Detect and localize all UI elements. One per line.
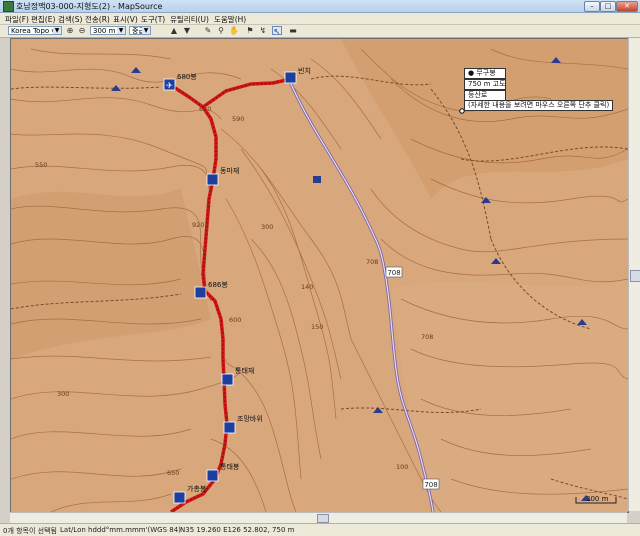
elevation-label: 650 (167, 469, 179, 477)
elevation-label: 708 (366, 258, 378, 266)
svg-text:300 m: 300 m (586, 495, 609, 503)
title-bar: 호남정맥03-000-지형도(2) - MapSource – □ ✕ (0, 0, 640, 13)
svg-text:통태재: 통태재 (235, 367, 254, 375)
hiker-icon (284, 71, 297, 84)
svg-text:680봉: 680봉 (177, 73, 197, 81)
status-bar: 0개 항목이 선택됨 Lat/Lon hddd°mm.mmm'(WGS 84) … (0, 523, 640, 536)
window-title: 호남정맥03-000-지형도(2) - MapSource (16, 2, 163, 11)
road-shield-708: 708 (385, 266, 403, 278)
route-tool-icon[interactable]: ↯ (258, 26, 268, 35)
elevation-label: 920 (192, 221, 204, 229)
chevron-down-icon: ▼ (53, 27, 61, 34)
svg-text:동마재: 동마재 (220, 166, 239, 175)
scroll-thumb[interactable] (317, 514, 329, 523)
elevation-label: 100 (396, 463, 408, 471)
detail-level-select[interactable]: 중급 ▼ (129, 26, 151, 35)
elevation-label: 300 (57, 390, 69, 398)
hiker-icon (173, 491, 186, 504)
svg-text:조망바위: 조망바위 (237, 414, 263, 423)
elevation-label: 150 (311, 323, 323, 331)
menu-tools[interactable]: 도구(T) (141, 14, 165, 25)
zoom-scale-value: 300 m (93, 27, 116, 35)
tooltip-hint: (자세한 내용을 보려면 마우스 오른쪽 단추 클릭) (464, 100, 614, 111)
svg-text:가총봉: 가총봉 (187, 484, 207, 493)
tooltip-elevation: 750 m 고도 (464, 79, 506, 90)
close-button[interactable]: ✕ (616, 1, 638, 12)
zoom-scale-select[interactable]: 300 m ▼ (90, 26, 126, 35)
chevron-down-icon: ▼ (142, 27, 150, 34)
svg-text:빈치: 빈치 (298, 66, 311, 75)
map-product-select[interactable]: Korea Topo v9 ▼ (8, 26, 62, 35)
mapsource-app-icon (3, 1, 14, 12)
hiker-icon (194, 286, 207, 299)
receive-from-device-icon[interactable]: ▲ (169, 26, 179, 35)
hiker-icon (206, 469, 219, 482)
building-icon (313, 176, 321, 183)
chevron-down-icon: ▼ (117, 27, 125, 34)
hand-tool-icon[interactable]: ✋ (229, 26, 239, 35)
hiker-icon (223, 421, 236, 434)
elevation-label: 600 (229, 316, 241, 324)
menu-view[interactable]: 표시(V) (113, 14, 138, 25)
cursor-coordinates: N35 19.260 E126 52.802, 750 m (180, 526, 295, 534)
elevation-label: 300 (261, 223, 273, 231)
menu-file[interactable]: 파일(F) (5, 14, 29, 25)
horizontal-scrollbar[interactable] (10, 512, 627, 523)
vertical-scrollbar[interactable] (628, 38, 640, 511)
zoom-in-icon[interactable]: ⊕ (65, 26, 75, 35)
menu-utilities[interactable]: 유틸리티(U) (170, 14, 209, 25)
minimize-button[interactable]: – (584, 1, 600, 12)
coordinate-format: Lat/Lon hddd°mm.mmm'(WGS 84) (60, 526, 181, 534)
selection-tool-icon[interactable]: ↖ (272, 26, 282, 36)
maximize-button[interactable]: □ (600, 1, 616, 12)
tooltip-name: ● 무구봉 (464, 68, 506, 79)
svg-text:686봉: 686봉 (208, 281, 228, 289)
hiker-icon (206, 173, 219, 186)
elevation-label: 550 (35, 161, 47, 169)
svg-text:708: 708 (387, 269, 400, 277)
svg-text:708: 708 (424, 481, 437, 489)
measure-tool-icon[interactable]: ▬ (288, 26, 298, 35)
road-shield-708: 708 (422, 478, 440, 490)
menu-transfer[interactable]: 전송(R) (85, 14, 110, 25)
elevation-label: 590 (232, 115, 244, 123)
menu-edit[interactable]: 편집(E) (31, 14, 55, 25)
menu-bar: 파일(F) 편집(E) 검색(S) 전송(R) 표시(V) 도구(T) 유틸리티… (0, 13, 640, 25)
menu-search[interactable]: 검색(S) (58, 14, 82, 25)
hiker-icon (221, 373, 234, 386)
map-tool-icon[interactable]: ✎ (203, 26, 213, 35)
menu-help[interactable]: 도움말(H) (214, 14, 246, 25)
svg-text:✈: ✈ (166, 81, 173, 90)
scroll-thumb[interactable] (630, 270, 640, 282)
svg-text:통태봉: 통태봉 (220, 463, 240, 471)
elevation-label: 708 (421, 333, 433, 341)
waypoint-tool-icon[interactable]: ⚑ (245, 26, 255, 35)
send-to-device-icon[interactable]: ▼ (182, 26, 192, 35)
elevation-label: 140 (301, 283, 313, 291)
map-view[interactable]: 708 708 620 920 550 300 590 600 650 300 … (10, 38, 629, 513)
toolbar: Korea Topo v9 ▼ ⊕ ⊖ 300 m ▼ 중급 ▼ ▲ ▼ ✎ ⚲… (0, 25, 640, 38)
zoom-tool-icon[interactable]: ⚲ (216, 26, 226, 35)
zoom-out-icon[interactable]: ⊖ (77, 26, 87, 35)
